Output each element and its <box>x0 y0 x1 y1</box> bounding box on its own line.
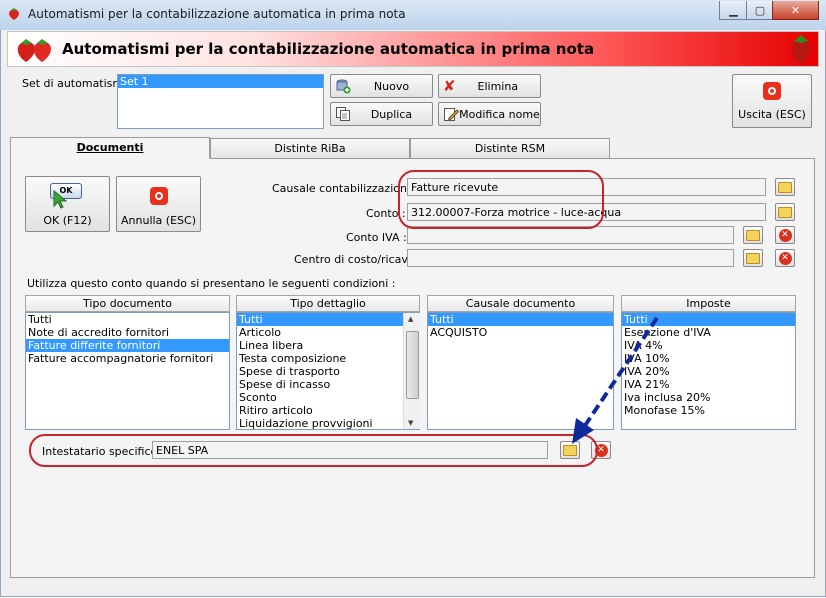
causale-browse-button[interactable] <box>775 178 795 196</box>
conto-iva-browse-button[interactable] <box>743 226 763 244</box>
list-item[interactable]: Articolo <box>237 326 419 339</box>
tipo-documento-header: Tipo documento <box>25 295 230 312</box>
scroll-thumb[interactable] <box>406 331 419 399</box>
conto-browse-button[interactable] <box>775 203 795 221</box>
strawberry-right-icon <box>788 32 814 65</box>
set-list-item[interactable]: Set 1 <box>118 75 323 88</box>
modifica-nome-button[interactable]: Modifica nome <box>438 102 541 126</box>
intestatario-field[interactable]: ENEL SPA <box>152 441 548 459</box>
centro-label: Centro di costo/ricavo : <box>294 253 422 266</box>
scroll-down-icon[interactable]: ▼ <box>408 419 413 427</box>
duplica-label: Duplica <box>370 107 413 121</box>
elimina-label: Elimina <box>477 79 519 93</box>
centro-field[interactable] <box>407 249 734 267</box>
list-item[interactable]: Tutti <box>237 313 419 326</box>
tipo-dettaglio-header: Tipo dettaglio <box>236 295 420 312</box>
annotation-arrow <box>572 316 659 444</box>
list-item[interactable]: Testa composizione <box>237 352 419 365</box>
conto-label: Conto : <box>366 207 406 220</box>
list-item[interactable]: Sconto <box>237 391 419 404</box>
causale-field[interactable]: Fatture ricevute <box>407 178 766 196</box>
ok-icon: OK <box>50 183 82 209</box>
scroll-up-icon[interactable]: ▲ <box>408 315 413 323</box>
list-item[interactable]: Fatture accompagnatorie fornitori <box>26 352 229 365</box>
clear-x-icon: ✕ <box>778 251 792 265</box>
folder-icon <box>746 252 760 264</box>
delete-x-icon: ✘ <box>443 77 456 95</box>
new-database-icon <box>335 78 351 94</box>
duplicate-icon <box>335 106 351 122</box>
tipo-dettaglio-list[interactable]: Tutti Articolo Linea libera Testa composizi… <box>236 312 420 430</box>
tab-rsm[interactable]: Distinte RSM <box>410 138 610 158</box>
folder-icon <box>746 229 760 241</box>
header-banner: Automatismi per la contabilizzazione aut… <box>7 31 819 67</box>
list-item[interactable]: Liquidazione provvigioni <box>237 417 419 429</box>
tipo-documento-list[interactable]: Tutti Note di accredito fornitori Fatture … <box>25 312 230 430</box>
maximize-button[interactable]: ▢ <box>746 1 774 20</box>
strawberry-logo-icon <box>14 34 56 64</box>
list-item[interactable]: Spese di trasporto <box>237 365 419 378</box>
window-titlebar: Automatismi per la contabilizzazione aut… <box>0 0 826 31</box>
close-button[interactable]: ✕ <box>772 1 819 20</box>
uscita-label: Uscita (ESC) <box>738 107 806 121</box>
stop-icon <box>150 187 168 205</box>
nuovo-button[interactable]: Nuovo <box>330 74 433 98</box>
modifica-nome-label: Modifica nome <box>459 107 540 121</box>
app-strawberry-icon <box>7 7 21 21</box>
folder-icon <box>778 181 792 193</box>
tab-riba[interactable]: Distinte RiBa <box>210 138 410 158</box>
uscita-button[interactable]: Uscita (ESC) <box>732 74 812 128</box>
centro-clear-button[interactable]: ✕ <box>775 249 795 267</box>
clear-x-icon: ✕ <box>778 228 792 242</box>
intestatario-label: Intestatario specifico : <box>42 445 165 458</box>
ok-label: OK (F12) <box>43 214 92 227</box>
tab-documenti[interactable]: Documenti <box>10 137 210 159</box>
banner-title: Automatismi per la contabilizzazione aut… <box>62 40 595 58</box>
list-item[interactable]: Note di accredito fornitori <box>26 326 229 339</box>
ok-button[interactable]: OK OK (F12) <box>25 176 110 232</box>
elimina-button[interactable]: ✘ Elimina <box>438 74 541 98</box>
minimize-button[interactable]: ▁ <box>719 1 748 20</box>
annulla-button[interactable]: Annulla (ESC) <box>116 176 201 232</box>
edit-icon <box>443 106 460 122</box>
stop-icon <box>763 81 781 100</box>
folder-icon <box>778 206 792 218</box>
annulla-label: Annulla (ESC) <box>121 214 196 227</box>
conto-field[interactable]: 312.00007-Forza motrice - luce-acqua <box>407 203 766 221</box>
conto-iva-field[interactable] <box>407 226 734 244</box>
duplica-button[interactable]: Duplica <box>330 102 433 126</box>
list-item[interactable]: Spese di incasso <box>237 378 419 391</box>
causale-label: Causale contabilizzazione : <box>272 182 421 195</box>
nuovo-label: Nuovo <box>373 79 410 93</box>
centro-browse-button[interactable] <box>743 249 763 267</box>
conto-iva-label: Conto IVA : <box>346 231 407 244</box>
list-item[interactable]: Linea libera <box>237 339 419 352</box>
list-item[interactable]: Fatture differite fornitori <box>26 339 229 352</box>
tipo-dettaglio-scrollbar[interactable]: ▲ ▼ <box>403 313 420 429</box>
conditions-label: Utilizza questo conto quando si presenta… <box>27 277 396 290</box>
list-item[interactable]: Tutti <box>26 313 229 326</box>
conto-iva-clear-button[interactable]: ✕ <box>775 226 795 244</box>
set-list[interactable]: Set 1 <box>117 74 324 129</box>
list-item[interactable]: Ritiro articolo <box>237 404 419 417</box>
window-title: Automatismi per la contabilizzazione aut… <box>28 7 406 21</box>
